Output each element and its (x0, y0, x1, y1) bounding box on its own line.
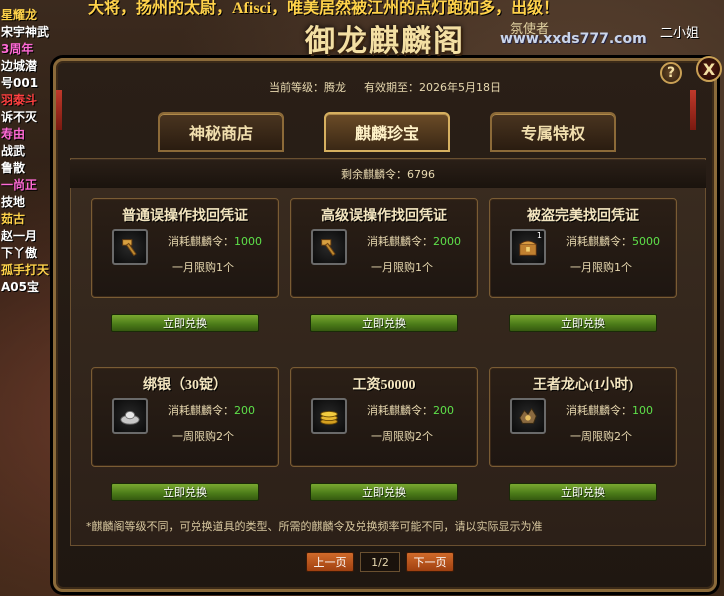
cost-prefix: 消耗麒麟令： (566, 404, 632, 417)
prev-page-button[interactable]: 上一页 (306, 552, 354, 572)
purchase-limit: 一周限购2个 (371, 430, 433, 443)
item-card: 被盗完美找回凭证 1 消耗麒麟令：5000 一月限购1个 (489, 198, 677, 298)
chat-line: 战武 (1, 144, 26, 158)
next-page-button[interactable]: 下一页 (406, 552, 454, 572)
player-name-label-right: 二小姐 (660, 26, 700, 41)
gold-coins-icon (318, 405, 340, 427)
purchase-limit: 一周限购2个 (570, 430, 632, 443)
exchange-button[interactable]: 立即兑换 (509, 314, 657, 332)
chat-line: 一尚正 (1, 178, 38, 192)
page-indicator: 1/2 (360, 552, 400, 572)
item-slot[interactable] (510, 398, 546, 434)
item-title: 高级误操作找回凭证 (321, 209, 447, 224)
item-card: 工资50000 消耗麒麟令：200 一周限购2个 (290, 367, 478, 467)
item-title: 被盗完美找回凭证 (527, 209, 639, 224)
dragon-heart-icon (517, 405, 539, 427)
member-info-bar: 当前等级：腾龙 有效期至：2026年5月18日 (70, 74, 700, 100)
item-card: 高级误操作找回凭证 消耗麒麟令：2000 一月限购1个 (290, 198, 478, 298)
chat-line: 鲁散 (1, 161, 26, 175)
chat-line: 下丫傲 (1, 246, 38, 260)
hammer-icon (119, 236, 141, 258)
decorative-tassel-left (56, 90, 62, 130)
tab-qilin-treasure[interactable]: 麒麟珍宝 (324, 112, 450, 152)
chat-line: 寿由 (1, 127, 26, 141)
chat-line: 诉不灭 (1, 110, 38, 124)
item-card: 普通误操作找回凭证 消耗麒麟令：1000 一月限购1个 (91, 198, 279, 298)
expiry-date-label: 有效期至：2026年5月18日 (364, 81, 501, 94)
chat-line: 茹古 (1, 212, 26, 226)
shop-tabs: 神秘商店 麒麟珍宝 专属特权 (158, 112, 616, 152)
item-title: 工资50000 (352, 378, 416, 393)
cost-prefix: 消耗麒麟令： (566, 235, 632, 248)
chat-line: 孤手打天 (1, 263, 50, 277)
tab-mystery-shop[interactable]: 神秘商店 (158, 112, 284, 152)
item-cost: 消耗麒麟令：200 (367, 402, 454, 418)
exchange-button[interactable]: 立即兑换 (111, 314, 259, 332)
item-slot[interactable] (311, 229, 347, 265)
item-slot[interactable] (112, 229, 148, 265)
item-cost: 消耗麒麟令：1000 (168, 233, 262, 249)
remaining-tokens-label: 剩余麒麟令：6796 (341, 168, 435, 181)
exchange-button[interactable]: 立即兑换 (310, 314, 458, 332)
panel-title-area: 御龙麒麟阁 (270, 18, 500, 58)
purchase-limit: 一月限购1个 (172, 261, 234, 274)
item-count-badge: 1 (536, 231, 542, 240)
chat-line: 号001 (1, 76, 39, 90)
silver-ingot-icon (119, 405, 141, 427)
cost-prefix: 消耗麒麟令： (367, 235, 433, 248)
current-level-label: 当前等级：腾龙 (269, 81, 346, 94)
item-cost: 消耗麒麟令：5000 (566, 233, 660, 249)
cost-prefix: 消耗麒麟令： (168, 404, 234, 417)
chat-column: 星耀龙宋宇神武 3周年边城潜号001 羽泰斗诉不灭寿由战武鲁散一尚正技地茹古赵一月下… (0, 0, 60, 596)
tab-exclusive-privilege[interactable]: 专属特权 (490, 112, 616, 152)
system-broadcast: 大将，扬州的太尉，Afisci，唯美居然被江州的点灯跑如多，出级！ (88, 0, 560, 16)
chat-line: 星耀龙 (1, 8, 38, 22)
item-slot[interactable] (311, 398, 347, 434)
item-slot[interactable]: 1 (510, 229, 546, 265)
chat-line: 宋宇神武 (1, 25, 50, 39)
chat-line: 技地 (1, 195, 26, 209)
item-cost: 消耗麒麟令：2000 (367, 233, 461, 249)
chat-line: 赵一月 (1, 229, 38, 243)
exchange-button[interactable]: 立即兑换 (310, 483, 458, 501)
pagination: 上一页 1/2 下一页 (306, 552, 454, 572)
site-watermark: www.xxds777.com (500, 31, 647, 47)
item-title: 王者龙心(1小时) (532, 378, 634, 393)
remaining-tokens-bar: 剩余麒麟令：6796 (70, 160, 706, 188)
item-title: 普通误操作找回凭证 (122, 209, 248, 224)
item-card: 王者龙心(1小时) 消耗麒麟令：100 一周限购2个 (489, 367, 677, 467)
chest-icon (517, 236, 539, 258)
cost-value: 200 (433, 404, 454, 417)
hammer-icon (318, 236, 340, 258)
chat-line: 羽泰斗 (1, 93, 38, 107)
disclaimer-note: *麒麟阁等级不同，可兑换道具的类型、所需的麒麟令及兑换频率可能不同，请以实际显示… (86, 520, 543, 533)
cost-value: 200 (234, 404, 255, 417)
item-title: 绑银（30锭） (143, 378, 227, 393)
item-card: 绑银（30锭） 消耗麒麟令：200 一周限购2个 (91, 367, 279, 467)
chat-line: 3周年 (1, 42, 34, 56)
exchange-button[interactable]: 立即兑换 (509, 483, 657, 501)
exchange-button[interactable]: 立即兑换 (111, 483, 259, 501)
cost-value: 1000 (234, 235, 262, 248)
cost-prefix: 消耗麒麟令： (168, 235, 234, 248)
chat-line: 边城潜 (1, 59, 38, 73)
item-cost: 消耗麒麟令：200 (168, 402, 255, 418)
purchase-limit: 一周限购2个 (172, 430, 234, 443)
cost-value: 100 (632, 404, 653, 417)
item-slot[interactable] (112, 398, 148, 434)
cost-prefix: 消耗麒麟令： (367, 404, 433, 417)
purchase-limit: 一月限购1个 (371, 261, 433, 274)
cost-value: 5000 (632, 235, 660, 248)
chat-line: A05宝 (1, 280, 39, 294)
purchase-limit: 一月限购1个 (570, 261, 632, 274)
panel-title: 御龙麒麟阁 (305, 25, 465, 58)
item-cost: 消耗麒麟令：100 (566, 402, 653, 418)
cost-value: 2000 (433, 235, 461, 248)
